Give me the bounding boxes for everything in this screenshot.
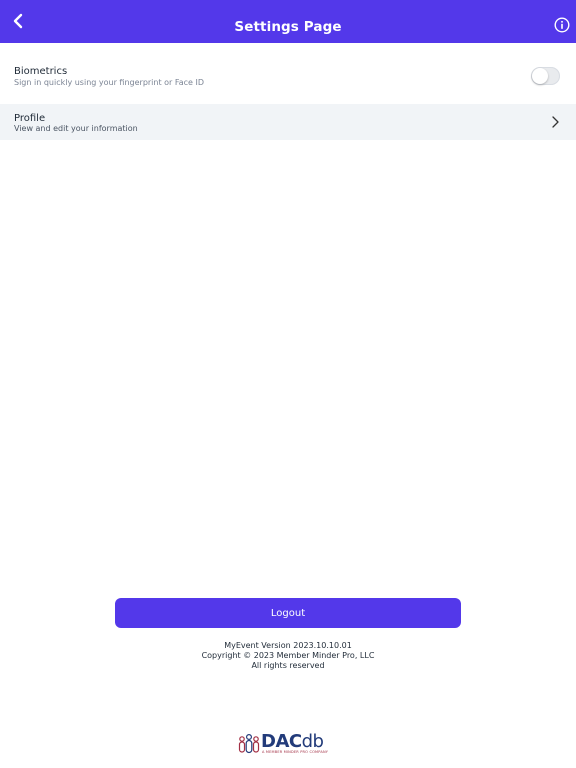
logout-button[interactable]: Logout <box>115 598 461 628</box>
biometrics-subtitle: Sign in quickly using your fingerprint o… <box>14 78 205 87</box>
chevron-right-icon <box>552 116 559 128</box>
app-info-footer: MyEvent Version 2023.10.10.01 Copyright … <box>0 641 576 671</box>
biometrics-row: Biometrics Sign in quickly using your fi… <box>0 43 576 104</box>
brand-name: DACdb <box>261 731 324 752</box>
page-title: Settings Page <box>234 19 342 35</box>
version-text: MyEvent Version 2023.10.10.01 <box>224 641 352 650</box>
people-logo-icon <box>238 733 260 754</box>
biometrics-toggle[interactable] <box>531 67 560 85</box>
info-circle-icon <box>554 17 570 33</box>
profile-row[interactable]: Profile View and edit your information <box>0 104 576 140</box>
profile-subtitle: View and edit your information <box>14 124 138 133</box>
brand-name-bold: DAC <box>261 731 302 752</box>
app-header: Settings Page <box>0 0 576 43</box>
biometrics-title: Biometrics <box>14 66 68 77</box>
toggle-knob <box>532 68 548 84</box>
dacdb-logo: DACdb A MEMBER MINDER PRO COMPANY <box>238 731 338 759</box>
profile-title: Profile <box>14 113 46 124</box>
brand-name-light: db <box>301 731 324 752</box>
rights-text: All rights reserved <box>251 661 325 670</box>
info-button[interactable] <box>554 17 570 33</box>
brand-tagline: A MEMBER MINDER PRO COMPANY <box>262 750 329 754</box>
copyright-text: Copyright © 2023 Member Minder Pro, LLC <box>201 651 375 660</box>
